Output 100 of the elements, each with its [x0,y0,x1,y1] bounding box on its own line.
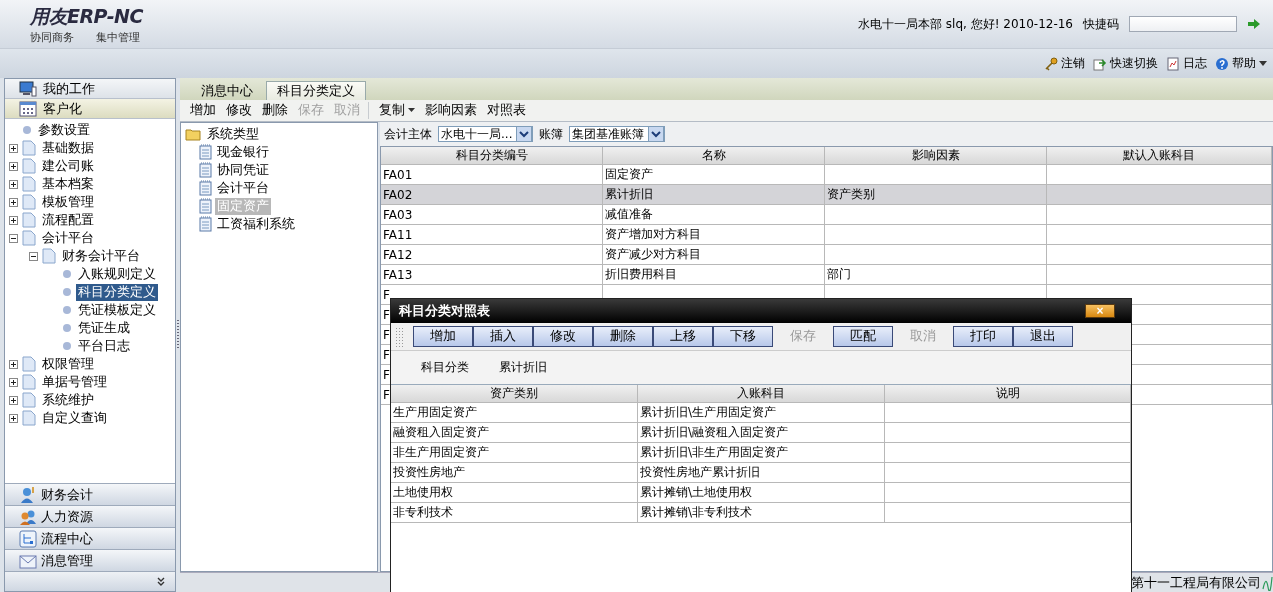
table-cell: FA12 [383,247,413,262]
toolbar-button[interactable]: 增加 [186,102,220,119]
dot-icon [62,269,72,279]
expand-icon[interactable] [9,143,18,153]
dropdown[interactable]: 集团基准账簿 [569,126,666,142]
tree-item[interactable]: 系统维护 [40,391,96,409]
caret-icon[interactable] [1259,60,1267,67]
tree-item[interactable]: 权限管理 [40,355,96,373]
info-label: 科目分类 [421,359,469,376]
column-header[interactable]: 默认入账科目 [1047,147,1272,164]
expand-icon[interactable] [9,197,18,207]
quick-code-field[interactable] [1129,16,1237,32]
toolbar-link[interactable]: 快速切换 [1110,55,1158,72]
table-cell: FA03 [383,207,413,222]
module-tab[interactable]: 消息管理 [5,549,175,571]
column-header[interactable]: 说明 [885,385,1131,402]
tree-item[interactable]: 现金银行 [215,143,271,161]
tree-item[interactable]: 自定义查询 [40,409,109,427]
tree-item[interactable]: 会计平台 [215,179,271,197]
expand-icon[interactable] [9,377,18,387]
tree-item[interactable]: 工资福利系统 [215,215,297,233]
table-cell: F [383,387,390,402]
module-tab[interactable]: 人力资源 [5,505,175,527]
table-row[interactable]: FA11 资产增加对方科目 [381,225,1272,245]
table-row[interactable]: FA12 资产减少对方科目 [381,245,1272,265]
module-tab[interactable]: 流程中心 [5,527,175,549]
folder-icon [185,127,201,141]
caret-icon [408,108,415,113]
column-header[interactable]: 资产类别 [391,385,638,402]
table-row[interactable]: FA03 减值准备 [381,205,1272,225]
table-cell: FA01 [383,167,413,182]
tree-item[interactable]: 凭证生成 [76,319,132,337]
chevron-down-icon[interactable] [157,577,165,586]
document-icon [22,356,36,372]
tree-item[interactable]: 参数设置 [36,121,92,139]
dialog-button[interactable]: 匹配 [833,326,893,347]
dropdown[interactable]: 水电十一局... [438,126,534,142]
tree-item[interactable]: 建公司账 [40,157,96,175]
toolbar-link[interactable]: 帮助 [1232,55,1256,72]
toolbar-link[interactable]: 日志 [1183,55,1207,72]
table-cell: 固定资产 [605,166,653,183]
expand-icon[interactable] [9,413,18,423]
toolbar-button[interactable]: 复制 [375,102,419,119]
tree-item[interactable]: 单据号管理 [40,373,109,391]
selected-row[interactable]: FA02 累计折旧 资产类别 [381,185,1272,205]
dialog-button[interactable]: 插入 [473,326,533,347]
tree-item[interactable]: 流程配置 [40,211,96,229]
dialog-button[interactable]: 打印 [953,326,1013,347]
column-header[interactable]: 影响因素 [825,147,1047,164]
dialog-button[interactable]: 上移 [653,326,713,347]
table-cell: 非生产用固定资产 [393,444,489,461]
toolbar-button[interactable]: 删除 [258,102,292,119]
tree-item[interactable]: 财务会计平台 [60,247,142,265]
toolbar-button[interactable]: 对照表 [483,102,530,119]
table-cell: 折旧费用科目 [605,266,677,283]
toolbar-button[interactable]: 修改 [222,102,256,119]
collapse-icon[interactable] [9,233,18,243]
notepad-icon [199,216,212,232]
tree-item[interactable]: 模板管理 [40,193,96,211]
expand-icon[interactable] [9,179,18,189]
expand-icon[interactable] [9,161,18,171]
dialog-button[interactable]: 修改 [533,326,593,347]
expand-icon[interactable] [9,215,18,225]
company-text: 第十一工程局有限公司 [1131,573,1261,592]
tree-item[interactable]: 科目分类定义 [76,283,158,301]
sidebar-section[interactable]: 客户化 [5,99,175,119]
tree-item[interactable]: 会计平台 [40,229,96,247]
collapse-icon[interactable] [29,251,38,261]
tree-item[interactable]: 系统类型 [205,125,261,143]
dialog-title: 科目分类对照表 [399,302,490,320]
module-tab[interactable]: 财务会计 [5,483,175,505]
tree-item[interactable]: 平台日志 [76,337,132,355]
sidebar-section[interactable]: 我的工作 [5,79,175,99]
table-cell: 累计折旧\非生产用固定资产 [640,444,789,461]
column-header[interactable]: 名称 [603,147,825,164]
table-cell: F [383,287,390,302]
dot-icon [22,125,32,135]
tab[interactable]: 科目分类定义 [266,81,366,100]
go-arrow-icon[interactable] [1247,18,1261,30]
toolbar-button[interactable]: 影响因素 [421,102,481,119]
toolbar-link[interactable]: 注销 [1061,55,1085,72]
table-cell: 投资性房地产 [393,464,465,481]
table-row[interactable]: FA13 折旧费用科目 部门 [381,265,1272,285]
table-cell: FA02 [383,187,413,202]
column-header[interactable]: 科目分类编号 [381,147,603,164]
column-header[interactable]: 入账科目 [638,385,885,402]
expand-icon[interactable] [9,395,18,405]
tree-item[interactable]: 入账规则定义 [76,265,158,283]
dialog-button[interactable]: 下移 [713,326,773,347]
tree-item[interactable]: 协同凭证 [215,161,271,179]
dialog-button[interactable]: 删除 [593,326,653,347]
tree-item[interactable]: 基本档案 [40,175,96,193]
tree-item[interactable]: 凭证模板定义 [76,301,158,319]
tab[interactable]: 消息中心 [190,81,264,100]
dialog-button[interactable]: 退出 [1013,326,1073,347]
expand-icon[interactable] [9,359,18,369]
document-icon [22,410,36,426]
table-cell: 资产类别 [827,186,875,203]
tree-item[interactable]: 基础数据 [40,139,96,157]
dialog-button[interactable]: 增加 [413,326,473,347]
